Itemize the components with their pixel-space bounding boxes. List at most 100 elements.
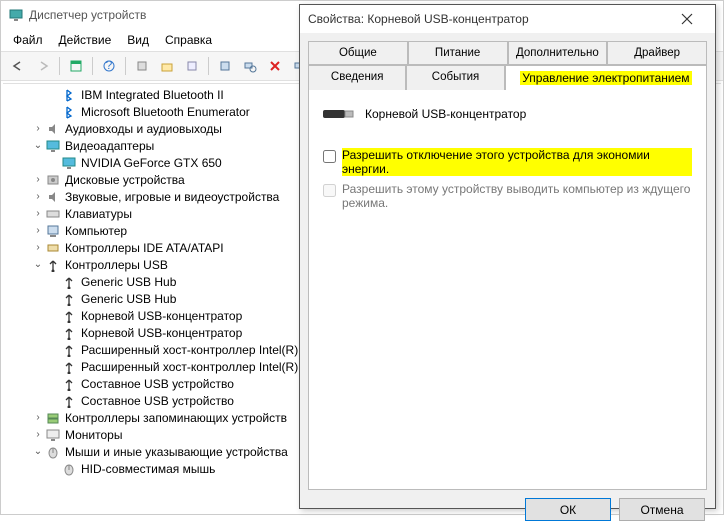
tab-driver[interactable]: Драйвер (607, 41, 707, 65)
ide-icon (45, 240, 61, 256)
devmgr-title-text: Диспетчер устройств (29, 8, 146, 22)
allow-wake-label: Разрешить этому устройству выводить комп… (342, 182, 692, 210)
expander-icon[interactable]: ⌄ (31, 259, 45, 270)
toolbar-sep (92, 57, 93, 75)
display-icon (45, 138, 61, 154)
menu-view[interactable]: Вид (121, 31, 155, 49)
allow-power-off-row[interactable]: Разрешить отключение этого устройства дл… (323, 148, 692, 176)
tab-general[interactable]: Общие (308, 41, 408, 65)
display-icon (61, 155, 77, 171)
tree-node-label: Видеоадаптеры (65, 139, 154, 153)
usb-icon (61, 308, 77, 324)
tree-node-label: Расширенный хост-контроллер Intel(R)… (81, 343, 310, 357)
kb-icon (45, 206, 61, 222)
disk-icon (45, 172, 61, 188)
tree-node-label: Контроллеры USB (65, 258, 168, 272)
tree-node-label: Клавиатуры (65, 207, 132, 221)
properties-dialog: Свойства: Корневой USB-концентратор Общи… (299, 4, 716, 509)
expander-icon[interactable]: › (31, 191, 45, 202)
usb-connector-icon (323, 104, 355, 124)
allow-power-off-checkbox[interactable] (323, 150, 336, 163)
storage-icon (45, 410, 61, 426)
tree-node-label: Корневой USB-концентратор (81, 326, 242, 340)
tree-node-label: Составное USB устройство (81, 377, 234, 391)
expander-icon[interactable]: › (31, 412, 45, 423)
allow-power-off-label: Разрешить отключение этого устройства дл… (342, 148, 692, 176)
toolbar-sep (208, 57, 209, 75)
tree-node-label: Корневой USB-концентратор (81, 309, 242, 323)
expander-icon[interactable]: ⌄ (31, 446, 45, 457)
toolbar-help-button[interactable]: ? (98, 55, 120, 77)
tree-node-label: Контроллеры IDE ATA/ATAPI (65, 241, 224, 255)
toolbar-back-button[interactable] (7, 55, 29, 77)
svg-text:?: ? (106, 59, 113, 72)
toolbar-disable-button[interactable] (214, 55, 236, 77)
expander-icon[interactable]: › (31, 429, 45, 440)
menu-help[interactable]: Справка (159, 31, 218, 49)
tab-power-management[interactable]: Управление электропитанием (505, 65, 707, 90)
audio-icon (45, 121, 61, 137)
expander-icon[interactable]: › (31, 225, 45, 236)
tree-node-label: Generic USB Hub (81, 292, 176, 306)
usb-icon (61, 325, 77, 341)
mouse-icon (45, 444, 61, 460)
device-header: Корневой USB-концентратор (323, 104, 692, 124)
tree-node-label: Дисковые устройства (65, 173, 185, 187)
tree-node-label: Мониторы (65, 428, 122, 442)
expander-icon[interactable]: › (31, 242, 45, 253)
bt-icon (61, 87, 77, 103)
expander-icon[interactable]: › (31, 174, 45, 185)
usb-icon (61, 376, 77, 392)
tab-strip: Общие Питание Дополнительно Драйвер Свед… (308, 41, 707, 90)
cancel-button[interactable]: Отмена (619, 498, 705, 521)
tree-node-label: Аудиовходы и аудиовыходы (65, 122, 222, 136)
device-name-text: Корневой USB-концентратор (365, 107, 526, 121)
allow-wake-checkbox (323, 184, 336, 197)
tab-power[interactable]: Питание (408, 41, 508, 65)
dialog-close-button[interactable] (667, 5, 707, 33)
tab-events[interactable]: События (406, 65, 504, 90)
ok-button[interactable]: ОК (525, 498, 611, 521)
tab-content: Корневой USB-концентратор Разрешить откл… (308, 90, 707, 490)
tab-advanced[interactable]: Дополнительно (508, 41, 608, 65)
toolbar-forward-button[interactable] (32, 55, 54, 77)
tree-node-label: IBM Integrated Bluetooth II (81, 88, 224, 102)
devmgr-icon (9, 8, 23, 22)
expander-icon[interactable]: ⌄ (31, 140, 45, 151)
toolbar-sep (59, 57, 60, 75)
tree-node-label: Generic USB Hub (81, 275, 176, 289)
tree-node-label: Microsoft Bluetooth Enumerator (81, 105, 250, 119)
toolbar-sep (125, 57, 126, 75)
menu-action[interactable]: Действие (53, 31, 118, 49)
expander-icon[interactable]: › (31, 123, 45, 134)
usb-icon (45, 257, 61, 273)
tab-details[interactable]: Сведения (308, 65, 406, 90)
dialog-buttons: ОК Отмена (300, 490, 715, 529)
expander-icon[interactable]: › (31, 208, 45, 219)
toolbar-delete-button[interactable] (264, 55, 286, 77)
toolbar-scanfor-button[interactable] (239, 55, 261, 77)
toolbar-uninstall-button[interactable] (181, 55, 203, 77)
menu-file[interactable]: Файл (7, 31, 49, 49)
dialog-titlebar[interactable]: Свойства: Корневой USB-концентратор (300, 5, 715, 33)
usb-icon (61, 274, 77, 290)
mouse-icon (61, 461, 77, 477)
toolbar-scan-button[interactable] (131, 55, 153, 77)
usb-icon (61, 342, 77, 358)
tree-node-label: Звуковые, игровые и видеоустройства (65, 190, 279, 204)
tree-node-label: Составное USB устройство (81, 394, 234, 408)
pc-icon (45, 223, 61, 239)
monitor-icon (45, 427, 61, 443)
tree-node-label: Мыши и иные указывающие устройства (65, 445, 288, 459)
toolbar-properties-button[interactable] (65, 55, 87, 77)
usb-icon (61, 393, 77, 409)
tree-node-label: Расширенный хост-контроллер Intel(R)… (81, 360, 310, 374)
tree-node-label: NVIDIA GeForce GTX 650 (81, 156, 222, 170)
toolbar-update-button[interactable] (156, 55, 178, 77)
tree-node-label: Контроллеры запоминающих устройств (65, 411, 287, 425)
tree-node-label: HID-совместимая мышь (81, 462, 215, 476)
allow-wake-row: Разрешить этому устройству выводить комп… (323, 182, 692, 210)
dialog-title-text: Свойства: Корневой USB-концентратор (308, 12, 529, 26)
usb-icon (61, 359, 77, 375)
usb-icon (61, 291, 77, 307)
